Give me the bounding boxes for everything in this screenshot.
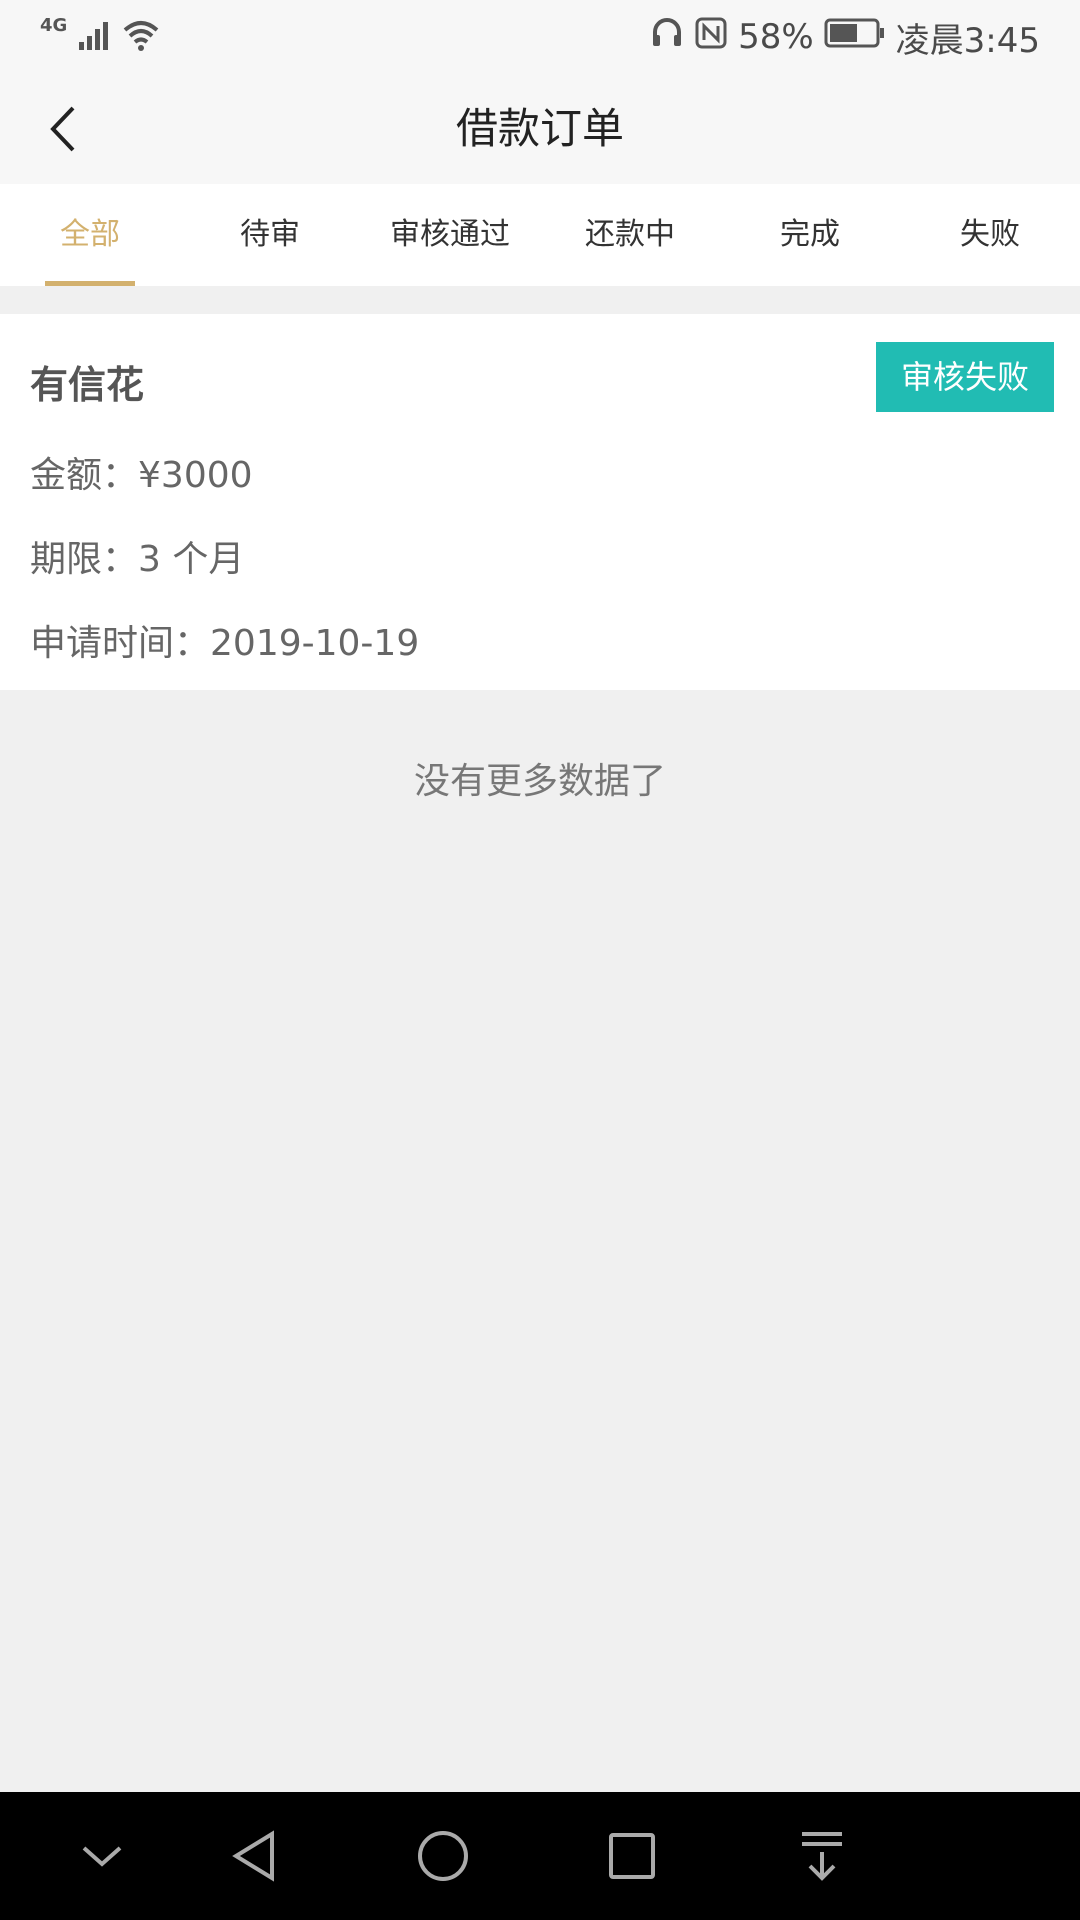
battery-percent: 58% — [738, 17, 814, 57]
nav-notification-button[interactable] — [792, 1826, 852, 1886]
no-more-data-text: 没有更多数据了 — [413, 761, 666, 802]
tab-completed[interactable]: 完成 — [720, 184, 900, 286]
order-name: 有信花 — [30, 363, 145, 407]
tab-label: 还款中 — [585, 217, 675, 252]
order-card[interactable]: 有信花 审核失败 金额： ¥3000 期限： 3 个月 申请时间： 2019-1… — [0, 314, 1080, 690]
tab-approved[interactable]: 审核通过 — [360, 184, 540, 286]
nav-home-button[interactable] — [413, 1826, 473, 1886]
header: 借款订单 — [0, 74, 1080, 184]
wifi-icon — [121, 18, 161, 56]
status-left: 4G — [40, 14, 161, 60]
tab-pending[interactable]: 待审 — [180, 184, 360, 286]
nav-hide-button[interactable] — [72, 1826, 132, 1886]
triangle-back-icon — [226, 1830, 286, 1890]
status-time: 凌晨3:45 — [895, 20, 1040, 61]
apply-time-value: 2019-10-19 — [210, 623, 420, 664]
battery-icon — [824, 17, 886, 57]
nav-recents-button[interactable] — [602, 1826, 662, 1886]
tab-bar: 全部 待审 审核通过 还款中 完成 失败 — [0, 184, 1080, 286]
pull-down-notification-icon — [792, 1832, 852, 1890]
amount-row: 金额： ¥3000 — [30, 446, 253, 498]
tab-all[interactable]: 全部 — [0, 184, 180, 286]
page-title: 借款订单 — [455, 104, 624, 153]
amount-label: 金额： — [30, 455, 139, 496]
tab-failed[interactable]: 失败 — [900, 184, 1080, 286]
status-bar: 4G 58% 凌晨3:45 — [0, 0, 1080, 74]
tab-label: 全部 — [60, 217, 120, 252]
square-recents-icon — [602, 1833, 662, 1890]
network-type: 4G — [40, 14, 68, 36]
nav-back-button[interactable] — [226, 1826, 286, 1886]
tab-label: 完成 — [780, 217, 840, 252]
term-row: 期限： 3 个月 — [30, 530, 244, 582]
tab-repaying[interactable]: 还款中 — [540, 184, 720, 286]
tab-label: 审核通过 — [390, 217, 510, 252]
nfc-icon — [694, 16, 728, 59]
tab-label: 失败 — [960, 217, 1020, 252]
headphones-icon — [650, 16, 684, 59]
status-badge: 审核失败 — [876, 342, 1054, 412]
status-right: 58% 凌晨3:45 — [650, 14, 1040, 61]
tab-label: 待审 — [240, 217, 300, 252]
circle-home-icon — [413, 1831, 473, 1890]
term-label: 期限： — [30, 539, 139, 580]
active-tab-indicator — [45, 281, 135, 286]
term-value: 3 个月 — [138, 539, 245, 580]
amount-value: ¥3000 — [138, 455, 253, 496]
signal-icon — [77, 18, 111, 56]
apply-time-label: 申请时间： — [30, 623, 211, 664]
apply-time-row: 申请时间： 2019-10-19 — [30, 614, 419, 666]
chevron-down-icon — [72, 1846, 132, 1890]
system-nav-bar — [0, 1792, 1080, 1920]
